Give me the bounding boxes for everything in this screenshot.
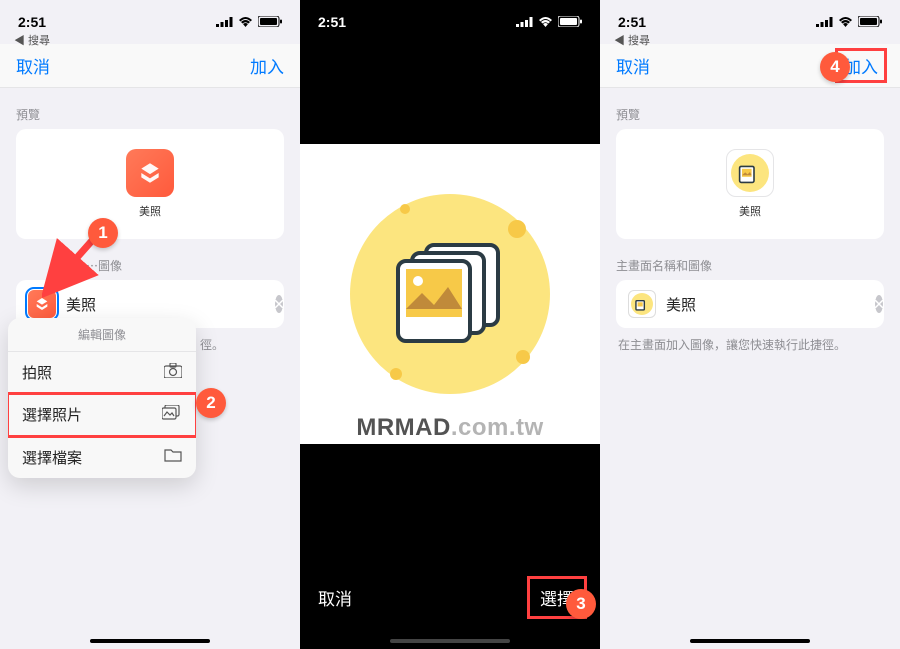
phone-screen-3: 2:51 ◀ 搜尋 取消 加入 4 預覽 美照 主畫面名稱和圖像 [600, 0, 900, 649]
callout-badge-4: 4 [820, 52, 850, 82]
choose-photo-label: 選擇照片 [22, 404, 82, 425]
signal-icon [216, 14, 233, 30]
picker-toolbar: 取消 選擇 [300, 573, 600, 621]
wifi-icon [538, 14, 553, 30]
wifi-icon [238, 14, 253, 30]
phone-screen-2: 2:51 MRMAD.com.tw 取消 選擇 3 [300, 0, 600, 649]
shortcut-preview-label: 美照 [139, 203, 161, 219]
battery-icon [258, 14, 282, 30]
selected-photo-illustration [350, 194, 550, 394]
status-time: 2:51 [318, 14, 346, 30]
photo-library-icon [162, 405, 182, 424]
take-photo-option[interactable]: 拍照 [8, 352, 196, 394]
signal-icon [516, 14, 533, 30]
edit-image-popover: 編輯圖像 拍照 選擇照片 選擇檔案 [8, 318, 196, 478]
preview-section-label: 預覽 [0, 88, 300, 129]
signal-icon [816, 14, 833, 30]
choose-file-label: 選擇檔案 [22, 447, 82, 468]
status-time: 2:51 [18, 14, 46, 30]
callout-badge-2: 2 [196, 388, 226, 418]
callout-badge-1: 1 [88, 218, 118, 248]
picker-cancel-button[interactable]: 取消 [318, 585, 352, 610]
clear-input-button[interactable] [275, 295, 283, 313]
wifi-icon [838, 14, 853, 30]
name-section-label: 主畫面名稱和圖像 [600, 239, 900, 280]
preview-section-label: 預覽 [600, 88, 900, 129]
battery-icon [558, 14, 582, 30]
home-indicator [90, 639, 210, 643]
cancel-button[interactable]: 取消 [616, 53, 650, 78]
name-input-row [616, 280, 884, 328]
shortcut-thumbnail-icon[interactable] [628, 290, 656, 318]
add-button[interactable]: 加入 [250, 53, 284, 78]
battery-icon [858, 14, 882, 30]
shortcut-preview-label: 美照 [739, 203, 761, 219]
nav-bar: 取消 加入 [600, 44, 900, 88]
nav-bar: 取消 加入 [0, 44, 300, 88]
folder-icon [164, 448, 182, 466]
preview-card: 美照 [616, 129, 884, 239]
footer-hint: 在主畫面加入圖像，讓您快速執行此捷徑。 [600, 328, 900, 361]
status-bar: 2:51 [300, 0, 600, 44]
cancel-button[interactable]: 取消 [16, 53, 50, 78]
choose-photo-option[interactable]: 選擇照片 [8, 394, 196, 436]
image-crop-preview[interactable]: MRMAD.com.tw [300, 144, 600, 444]
status-time: 2:51 [618, 14, 646, 30]
home-indicator [690, 639, 810, 643]
camera-icon [164, 363, 182, 382]
choose-file-option[interactable]: 選擇檔案 [8, 436, 196, 478]
watermark-text: MRMAD.com.tw [300, 414, 600, 442]
back-to-search[interactable]: ◀ 搜尋 [8, 32, 50, 48]
back-to-search[interactable]: ◀ 搜尋 [608, 32, 650, 48]
preview-card: 美照 [16, 129, 284, 239]
shortcut-preview-icon [126, 149, 174, 197]
clear-input-button[interactable] [875, 295, 883, 313]
popover-title: 編輯圖像 [8, 318, 196, 352]
shortcut-preview-icon [726, 149, 774, 197]
take-photo-label: 拍照 [22, 362, 52, 383]
home-indicator [390, 639, 510, 643]
shortcut-name-input[interactable] [666, 296, 865, 313]
callout-badge-3: 3 [566, 589, 596, 619]
phone-screen-1: 2:51 ◀ 搜尋 取消 加入 預覽 美照 主畫⋯⋯圖像 徑。 編輯圖像 拍照 [0, 0, 300, 649]
